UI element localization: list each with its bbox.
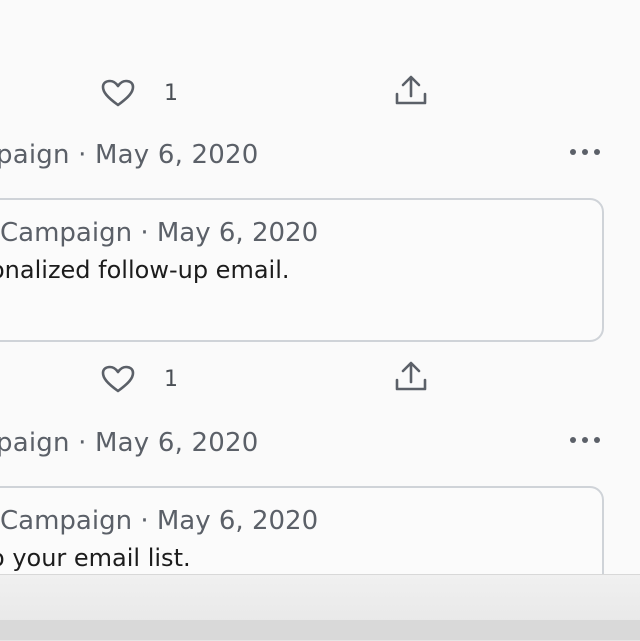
quoted-post-meta: Campaign · May 6, 2020: [0, 218, 319, 248]
post-meta: paign · May 6, 2020: [0, 140, 259, 170]
share-upload-icon: [392, 360, 430, 394]
more-options-button[interactable]: [568, 434, 602, 446]
post-actions-row-1: 1: [0, 72, 640, 112]
like-button[interactable]: 1: [100, 78, 178, 108]
quoted-post-card-2[interactable]: Campaign · May 6, 2020 onalized follow-u…: [0, 198, 604, 342]
post-header-3: paign · May 6, 2020: [0, 424, 640, 464]
quoted-post-text: o your email list.: [0, 544, 191, 572]
quoted-post-text: onalized follow-up email.: [0, 256, 290, 284]
share-upload-icon: [392, 74, 430, 108]
like-button[interactable]: 1: [100, 364, 178, 394]
heart-outline-icon: [100, 364, 136, 394]
post-actions-row-2: 1: [0, 358, 640, 398]
more-options-button[interactable]: [568, 146, 602, 158]
share-button[interactable]: [392, 360, 430, 394]
post-header-2: paign · May 6, 2020: [0, 136, 640, 176]
share-button[interactable]: [392, 74, 430, 108]
like-count: 1: [164, 366, 178, 392]
bottom-edge-shadow: [0, 620, 640, 640]
more-horizontal-icon: [568, 146, 602, 158]
quoted-post-meta: Campaign · May 6, 2020: [0, 506, 319, 536]
more-horizontal-icon: [568, 434, 602, 446]
like-count: 1: [164, 80, 178, 106]
post-meta: paign · May 6, 2020: [0, 428, 259, 458]
heart-outline-icon: [100, 78, 136, 108]
